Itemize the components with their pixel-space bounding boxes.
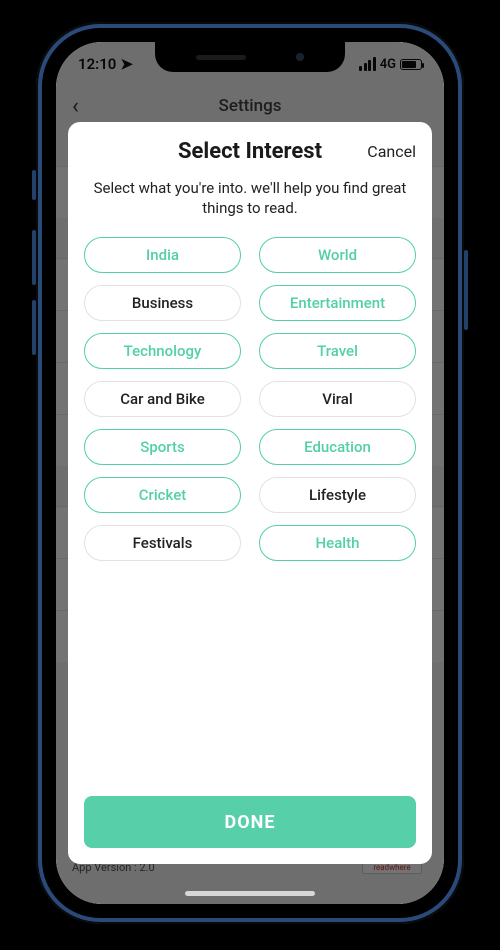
home-indicator[interactable] <box>185 891 315 896</box>
interest-chip[interactable]: World <box>259 237 416 273</box>
interest-chip[interactable]: Health <box>259 525 416 561</box>
phone-frame-inner: ‹ Settings My Profile ☰ System 🗑 ▢ ⧉ ◯ F… <box>42 28 458 918</box>
interest-chip[interactable]: Education <box>259 429 416 465</box>
interest-chip[interactable]: Travel <box>259 333 416 369</box>
interest-chip-label: Education <box>304 438 371 456</box>
interest-chip-label: Business <box>132 294 193 312</box>
interest-chip-label: Sports <box>140 438 184 456</box>
interest-chip-label: Car and Bike <box>120 390 205 408</box>
interest-chip-label: Health <box>316 534 360 552</box>
interest-chip-label: Technology <box>124 342 202 360</box>
interest-chip-label: Travel <box>317 342 358 360</box>
interest-chip-label: Viral <box>322 390 352 408</box>
interest-chip[interactable]: Viral <box>259 381 416 417</box>
front-camera <box>296 53 304 61</box>
cancel-button[interactable]: Cancel <box>367 142 416 161</box>
interest-chip[interactable]: Festivals <box>84 525 241 561</box>
interest-chip[interactable]: Business <box>84 285 241 321</box>
interest-chip-label: Entertainment <box>290 294 385 312</box>
modal-title: Select Interest <box>178 139 322 164</box>
phone-frame-outer: ‹ Settings My Profile ☰ System 🗑 ▢ ⧉ ◯ F… <box>36 22 464 924</box>
interest-chip[interactable]: Lifestyle <box>259 477 416 513</box>
interest-chip[interactable]: Sports <box>84 429 241 465</box>
interest-chip[interactable]: Car and Bike <box>84 381 241 417</box>
modal-header: Select Interest Cancel <box>84 136 416 166</box>
select-interest-modal: Select Interest Cancel Select what you'r… <box>68 122 432 864</box>
interest-chip-label: India <box>146 246 179 264</box>
interest-chip-label: World <box>318 246 357 264</box>
interest-chip-grid: India World Business Entertainment Technolog… <box>84 237 416 561</box>
interest-chip[interactable]: Technology <box>84 333 241 369</box>
done-button[interactable]: DONE <box>84 796 416 848</box>
interest-chip-label: Festivals <box>133 534 193 552</box>
interest-chip-label: Cricket <box>139 486 186 504</box>
phone-screen: ‹ Settings My Profile ☰ System 🗑 ▢ ⧉ ◯ F… <box>56 42 444 904</box>
interest-chip-label: Lifestyle <box>309 486 366 504</box>
interest-chip[interactable]: India <box>84 237 241 273</box>
phone-notch <box>155 42 345 72</box>
stage: ‹ Settings My Profile ☰ System 🗑 ▢ ⧉ ◯ F… <box>0 0 500 950</box>
interest-chip[interactable]: Entertainment <box>259 285 416 321</box>
modal-subtitle: Select what you're into. we'll help you … <box>88 178 412 219</box>
speaker <box>196 55 246 60</box>
interest-chip[interactable]: Cricket <box>84 477 241 513</box>
phone-power-button <box>464 250 468 330</box>
